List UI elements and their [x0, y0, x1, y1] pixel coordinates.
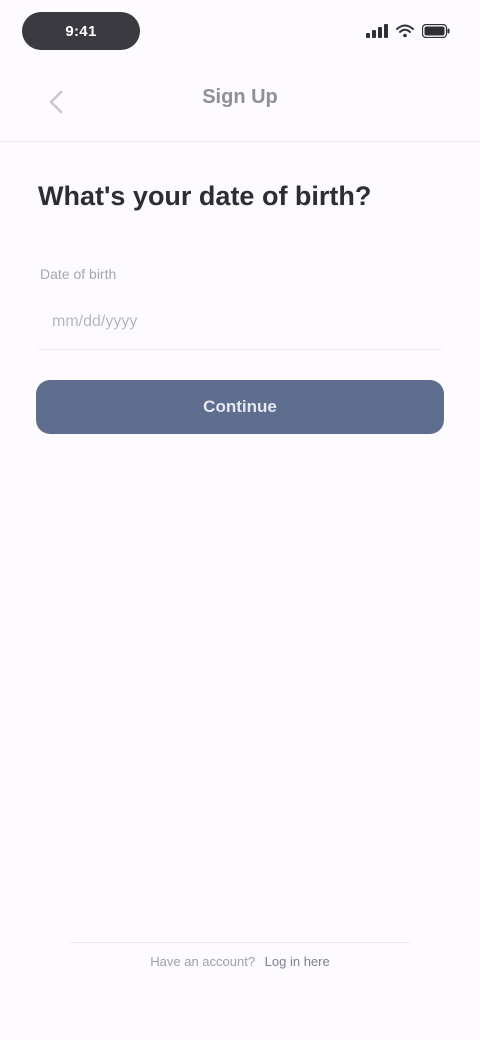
- status-icons: [366, 20, 450, 42]
- footer-text: Have an account?: [150, 954, 256, 969]
- nav-header: Sign Up: [0, 62, 480, 142]
- dob-input[interactable]: [38, 294, 442, 350]
- status-time: 9:41: [22, 12, 140, 50]
- wifi-icon: [396, 24, 414, 38]
- status-bar: 9:41: [0, 0, 480, 62]
- signal-icon: [366, 24, 388, 38]
- footer-divider: [70, 942, 410, 943]
- dob-question: What's your date of birth?: [38, 181, 372, 211]
- page-title: Sign Up: [202, 86, 278, 108]
- status-time-label: 9:41: [65, 22, 97, 40]
- continue-button[interactable]: Continue: [36, 380, 444, 434]
- dob-field-label: Date of birth: [40, 266, 117, 282]
- footer: Have an account? Log in here: [0, 954, 480, 969]
- login-link[interactable]: Log in here: [265, 954, 330, 969]
- battery-icon: [422, 24, 450, 38]
